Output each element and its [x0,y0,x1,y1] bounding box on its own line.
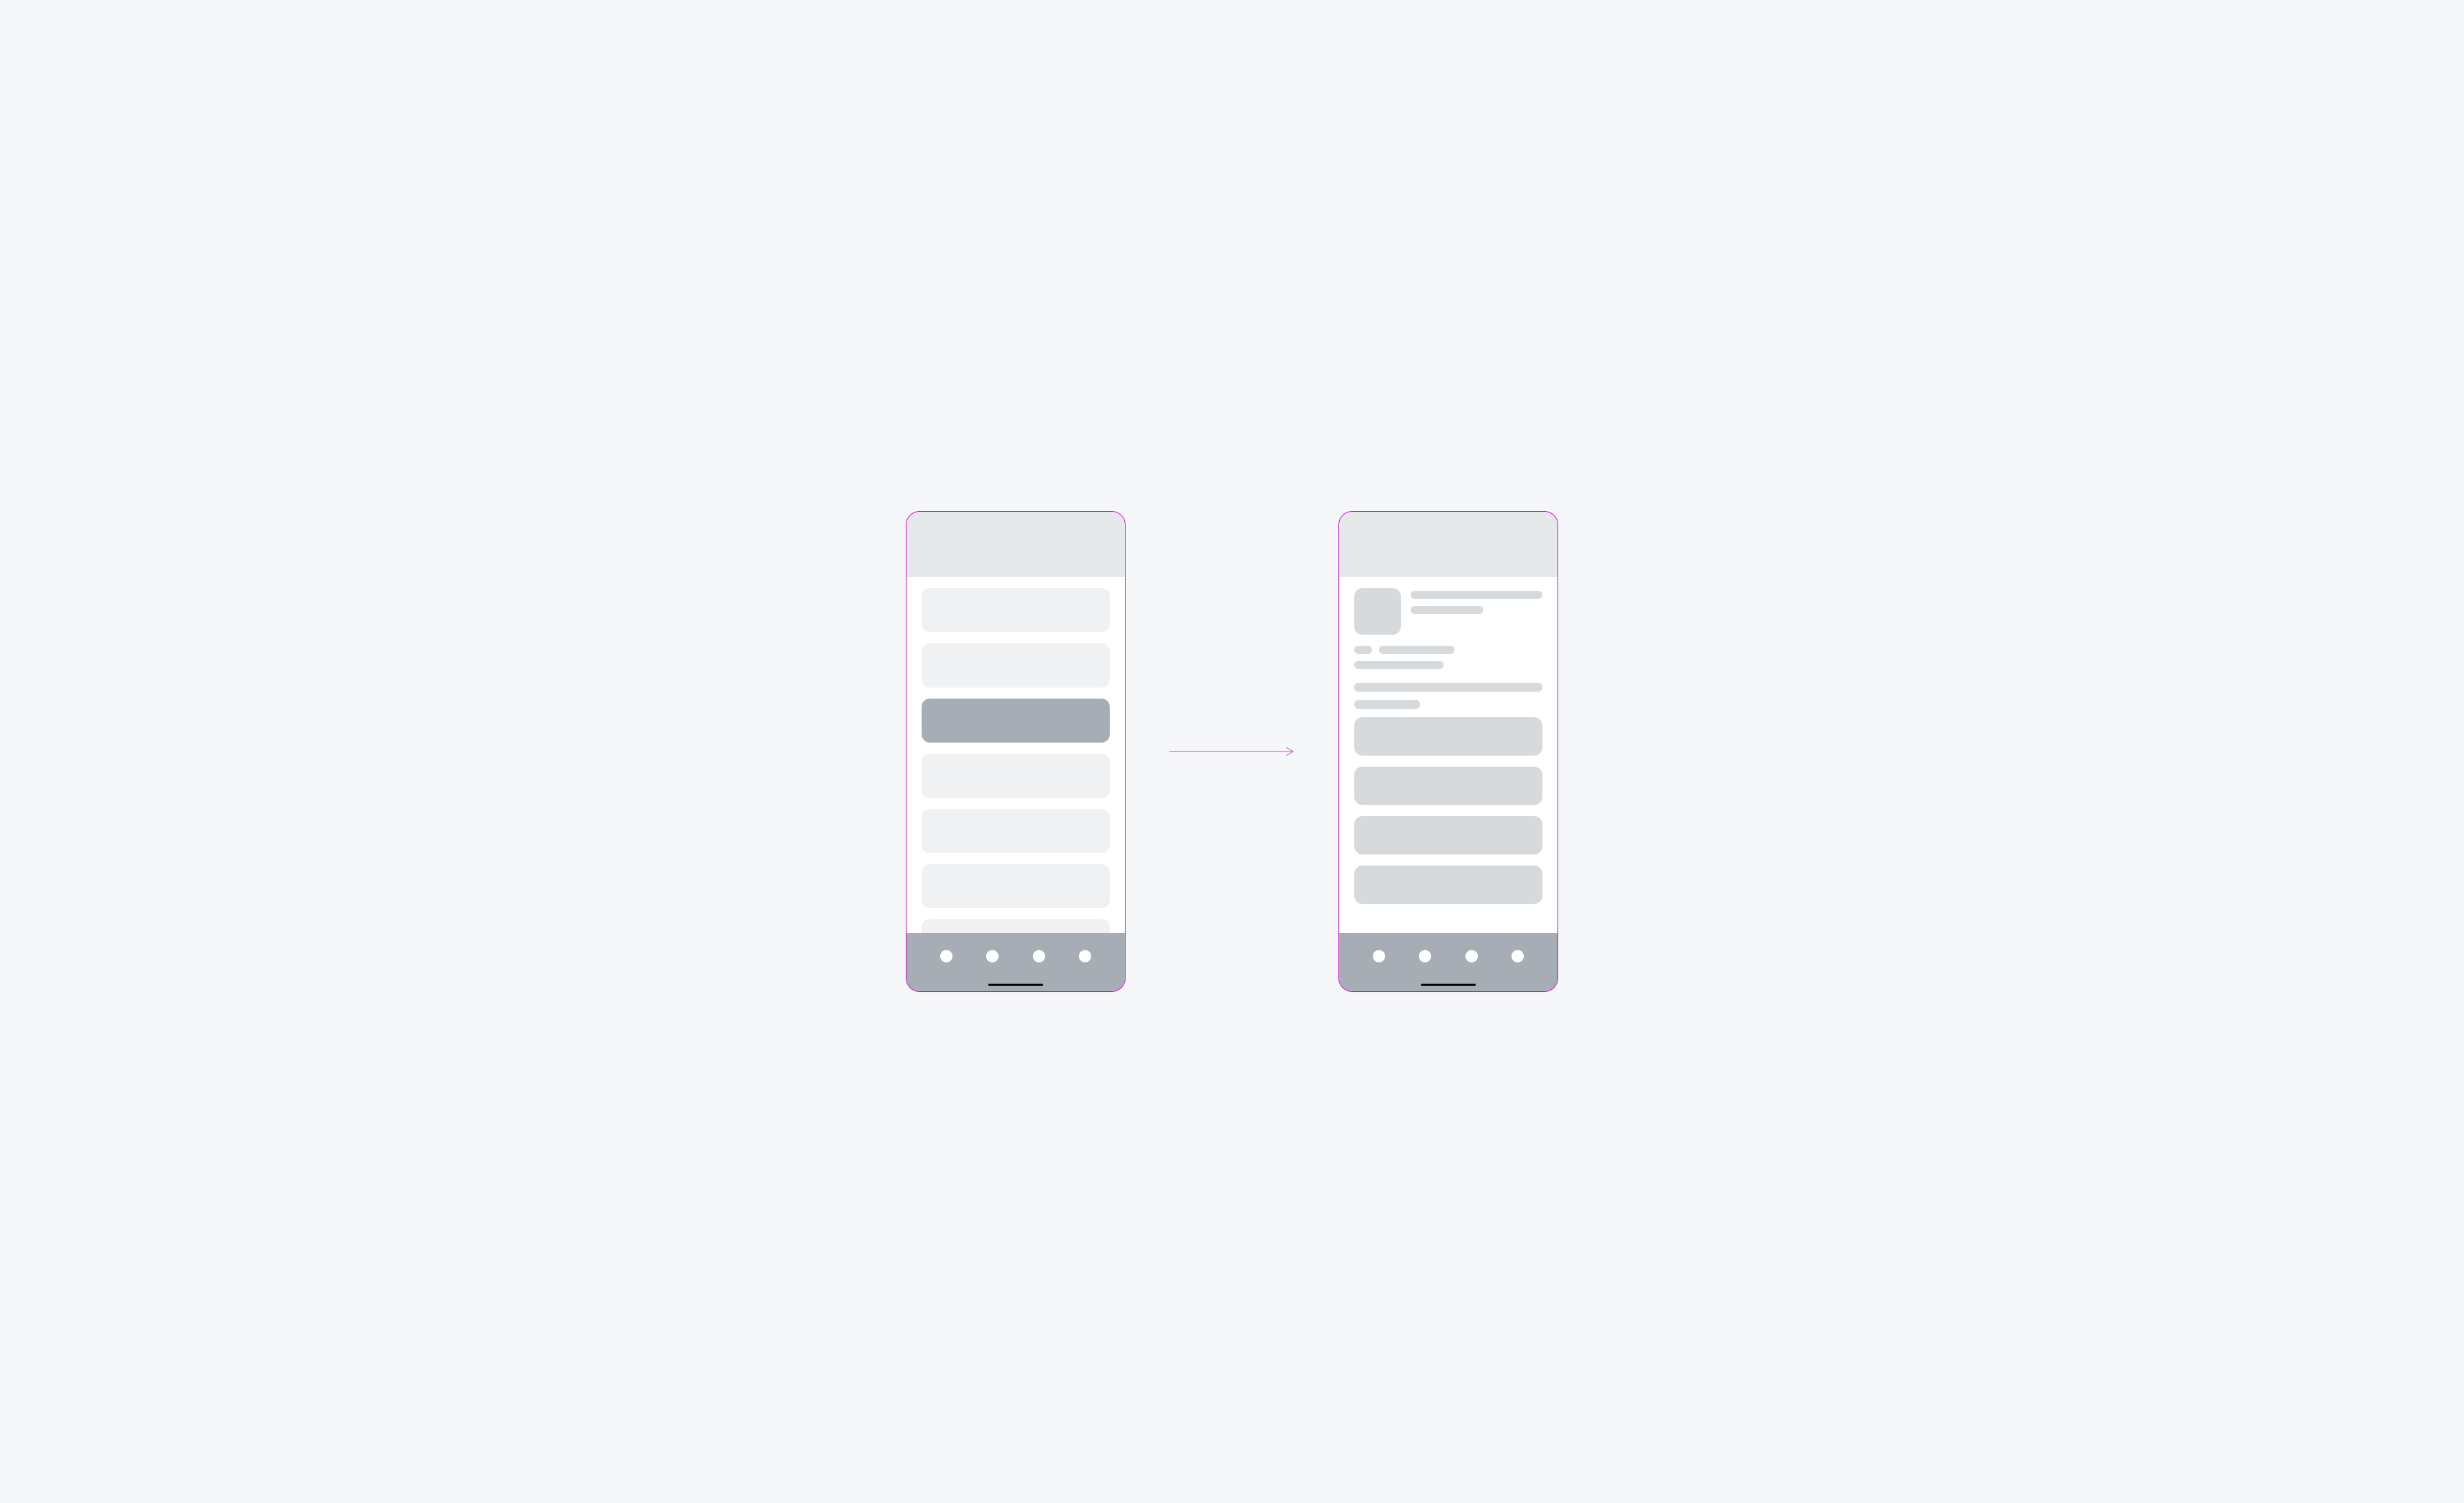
nav-tab-icon[interactable] [1033,950,1045,962]
detail-header [1354,588,1542,635]
list-item[interactable] [922,754,1110,798]
list-item[interactable] [922,919,1110,933]
bottom-nav [1339,933,1558,991]
detail-card[interactable] [1354,717,1542,756]
detail-title-block [1411,588,1542,635]
wireframe-flow-stage [865,470,1599,1033]
list-item[interactable] [922,588,1110,632]
nav-tab-icon[interactable] [1512,950,1524,962]
nav-tab-icon[interactable] [1419,950,1431,962]
detail-screen-body [1339,577,1558,933]
list-item[interactable] [922,643,1110,687]
nav-tab-icon[interactable] [986,950,999,962]
app-header [1339,512,1558,577]
arrow-right-icon [1167,745,1297,758]
detail-card[interactable] [1354,816,1542,855]
nav-tab-icon[interactable] [940,950,952,962]
detail-meta-row [1354,661,1542,669]
detail-meta-row [1354,646,1542,654]
phone-list-screen [906,511,1126,992]
navigation-arrow [1167,745,1297,758]
meta-pill [1379,646,1455,654]
nav-tab-icon[interactable] [1373,950,1385,962]
home-indicator [988,984,1043,986]
detail-thumbnail [1354,588,1401,635]
list-screen-body [906,577,1125,933]
meta-pill [1354,646,1372,654]
nav-tab-icon[interactable] [1079,950,1091,962]
list-item[interactable] [922,864,1110,908]
phone-detail-screen [1338,511,1558,992]
list-item[interactable] [922,809,1110,853]
detail-subtitle-line [1411,606,1483,614]
nav-tab-icon[interactable] [1465,950,1478,962]
bottom-nav [906,933,1125,991]
list-item-selected[interactable] [922,699,1110,743]
detail-description [1354,683,1542,709]
app-header [906,512,1125,577]
detail-cards [1354,717,1542,904]
detail-card[interactable] [1354,866,1542,904]
meta-pill [1354,661,1444,669]
home-indicator [1421,984,1476,986]
detail-title-line [1411,591,1542,599]
detail-card[interactable] [1354,767,1542,805]
description-line [1354,683,1542,692]
description-line [1354,700,1420,709]
